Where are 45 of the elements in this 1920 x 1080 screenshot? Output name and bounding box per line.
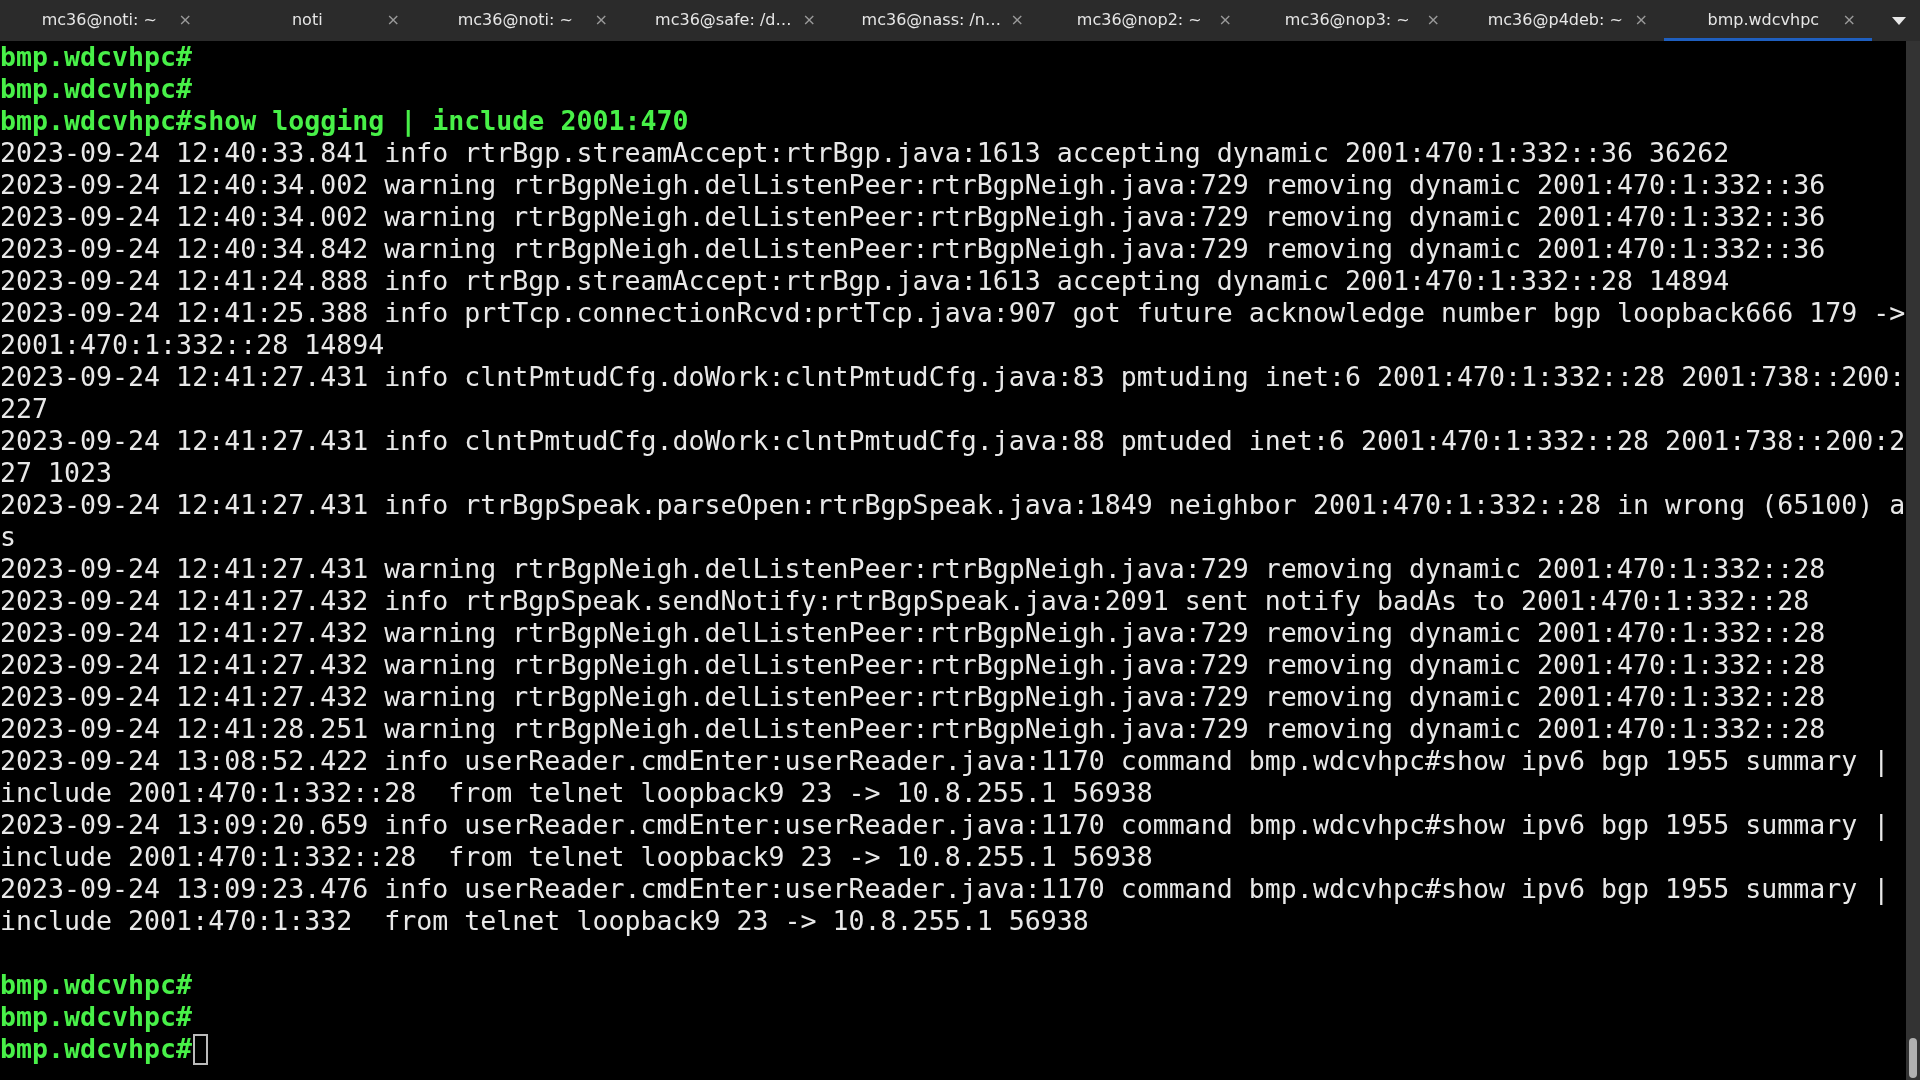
terminal-tab[interactable]: bmp.wdcvhpc × [1664,0,1872,41]
close-tab-button[interactable]: × [386,9,400,29]
terminal-prompt: bmp.wdcvhpc# [0,1033,193,1065]
log-line: 2023-09-24 12:41:25.388 info prtTcp.connectionRcvd:prtTcp.java:907 got future acknowledge number bgp loopback666 179 -> 2001:470:1:332::28 14894 [0,297,1906,361]
log-line: 2023-09-24 13:09:20.659 info userReader.cmdEnter:userReader.java:1170 command bmp.wdcvhpc#show ipv6 bgp 1955 summary | include 2001:470:1:332::28 from telnet loopback9 23 -> 10.8.255.1 56938 [0,809,1891,873]
terminal-tab[interactable]: mc36@nop2: ~ × [1040,0,1248,41]
log-line: 2023-09-24 12:40:33.841 info rtrBgp.streamAccept:rtrBgp.java:1613 accepting dynamic 2001:470:1:332::36 36262 [0,137,1731,169]
terminal-prompt: bmp.wdcvhpc#show logging | include 2001:470 [0,105,689,137]
scrollbar[interactable] [1906,41,1920,1080]
log-line: 2023-09-24 12:41:27.432 warning rtrBgpNeigh.delListenPeer:rtrBgpNeigh.java:729 removing dynamic 2001:470:1:332::28 [0,649,1827,681]
log-line: 2023-09-24 12:41:24.888 info rtrBgp.streamAccept:rtrBgp.java:1613 accepting dynamic 2001:470:1:332::28 14894 [0,265,1731,297]
terminal-prompt: bmp.wdcvhpc# [0,1001,193,1033]
log-line: 2023-09-24 12:40:34.002 warning rtrBgpNeigh.delListenPeer:rtrBgpNeigh.java:729 removing dynamic 2001:470:1:332::36 [0,169,1827,201]
scrollbar-thumb[interactable] [1909,1038,1917,1078]
terminal-prompt: bmp.wdcvhpc# [0,73,193,105]
close-tab-button[interactable]: × [1010,9,1024,29]
terminal-tab[interactable]: mc36@nop3: ~ × [1248,0,1456,41]
close-tab-button[interactable]: × [1634,9,1648,29]
log-line: 2023-09-24 12:40:34.842 warning rtrBgpNeigh.delListenPeer:rtrBgpNeigh.java:729 removing dynamic 2001:470:1:332::36 [0,233,1827,265]
log-line: 2023-09-24 12:41:27.431 info rtrBgpSpeak.parseOpen:rtrBgpSpeak.java:1849 neighbor 2001:470:1:332::28 in wrong (65100) as [0,489,1906,553]
log-line: 2023-09-24 12:41:27.431 info clntPmtudCfg.doWork:clntPmtudCfg.java:83 pmtuding inet:6 2001:470:1:332::28 2001:738::200:227 [0,361,1906,425]
terminal-prompt: bmp.wdcvhpc# [0,41,193,73]
terminal-tab[interactable]: noti × [208,0,416,41]
log-line: 2023-09-24 13:09:23.476 info userReader.cmdEnter:userReader.java:1170 command bmp.wdcvhpc#show ipv6 bgp 1955 summary | include 2001:470:1:332 from telnet loopback9 23 -> 10.8.255.1 56938 [0,873,1891,937]
log-line: 2023-09-24 13:08:52.422 info userReader.cmdEnter:userReader.java:1170 command bmp.wdcvhpc#show ipv6 bgp 1955 summary | include 2001:470:1:332::28 from telnet loopback9 23 -> 10.8.255.1 56938 [0,745,1891,809]
terminal-tab[interactable]: mc36@noti: ~ × [416,0,624,41]
terminal-tab[interactable]: mc36@noti: ~ × [0,0,208,41]
log-line: 2023-09-24 12:41:27.432 warning rtrBgpNeigh.delListenPeer:rtrBgpNeigh.java:729 removing dynamic 2001:470:1:332::28 [0,617,1827,649]
close-tab-button[interactable]: × [594,9,608,29]
close-tab-button[interactable]: × [1218,9,1232,29]
log-line: 2023-09-24 12:41:27.431 info clntPmtudCfg.doWork:clntPmtudCfg.java:88 pmtuded inet:6 2001:470:1:332::28 2001:738::200:227 1023 [0,425,1906,489]
terminal-tab[interactable]: mc36@p4deb: ~ × [1456,0,1664,41]
terminal-tab[interactable]: mc36@safe: /d… × [624,0,832,41]
close-tab-button[interactable]: × [1842,9,1856,29]
dropdown-icon[interactable] [1892,16,1906,25]
close-tab-button[interactable]: × [178,9,192,29]
close-tab-button[interactable]: × [1426,9,1440,29]
log-line: 2023-09-24 12:41:28.251 warning rtrBgpNeigh.delListenPeer:rtrBgpNeigh.java:729 removing dynamic 2001:470:1:332::28 [0,713,1827,745]
log-line: 2023-09-24 12:41:27.431 warning rtrBgpNeigh.delListenPeer:rtrBgpNeigh.java:729 removing dynamic 2001:470:1:332::28 [0,553,1827,585]
terminal-tab[interactable]: mc36@nass: /n… × [832,0,1040,41]
log-line: 2023-09-24 12:41:27.432 warning rtrBgpNeigh.delListenPeer:rtrBgpNeigh.java:729 removing dynamic 2001:470:1:332::28 [0,681,1827,713]
close-tab-button[interactable]: × [802,9,816,29]
log-line: 2023-09-24 12:40:34.002 warning rtrBgpNeigh.delListenPeer:rtrBgpNeigh.java:729 removing dynamic 2001:470:1:332::36 [0,201,1827,233]
terminal-prompt: bmp.wdcvhpc# [0,969,193,1001]
log-line: 2023-09-24 12:41:27.432 info rtrBgpSpeak.sendNotify:rtrBgpSpeak.java:2091 sent notify badAs to 2001:470:1:332::28 [0,585,1811,617]
